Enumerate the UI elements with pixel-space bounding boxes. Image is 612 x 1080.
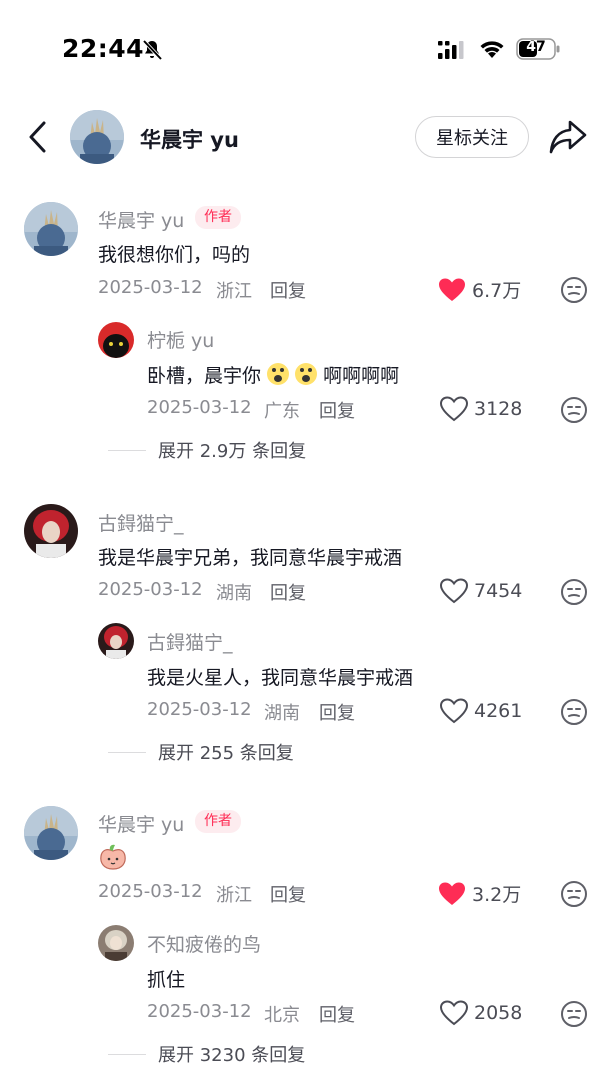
comment-location: 浙江 xyxy=(216,281,252,302)
dislike-face-icon[interactable] xyxy=(560,578,588,606)
author-badge: 作者 xyxy=(195,206,241,229)
comment-date: 2025-03-12 xyxy=(98,881,203,902)
author-badge: 作者 xyxy=(195,810,241,833)
share-icon[interactable] xyxy=(548,118,588,156)
divider xyxy=(108,751,146,753)
reply-location: 北京 xyxy=(264,1005,300,1026)
status-time: 22:44 xyxy=(62,34,145,63)
heart-filled-icon xyxy=(439,882,465,905)
comment-username[interactable]: 华晨宇 yu xyxy=(98,206,184,233)
like-button[interactable]: 7454 xyxy=(440,578,522,604)
comment-text: 我是华晨宇兄弟，我同意华晨宇戒酒 xyxy=(98,547,403,569)
expand-replies-button[interactable]: 展开 2.9万 条回复 xyxy=(108,437,306,463)
like-button[interactable]: 3128 xyxy=(440,396,522,422)
reply-button[interactable]: 回复 xyxy=(319,1001,355,1027)
like-count: 3.2万 xyxy=(472,884,522,906)
divider xyxy=(108,449,146,451)
like-count: 4261 xyxy=(474,700,523,722)
cellular-signal-icon xyxy=(438,41,464,59)
header-avatar[interactable] xyxy=(70,110,124,164)
reply-avatar[interactable] xyxy=(98,322,134,358)
reply-date: 2025-03-12 xyxy=(147,1001,252,1022)
reply-location: 湖南 xyxy=(264,703,300,724)
divider xyxy=(108,1053,146,1055)
avatar[interactable] xyxy=(24,504,78,558)
reply-date: 2025-03-12 xyxy=(147,397,252,418)
heart-outline-icon xyxy=(440,396,468,422)
back-icon[interactable] xyxy=(26,120,52,154)
heart-outline-icon xyxy=(440,578,468,604)
reply-button[interactable]: 回复 xyxy=(270,277,306,303)
comment-date: 2025-03-12 xyxy=(98,277,203,298)
dislike-face-icon[interactable] xyxy=(560,396,588,424)
reply-button[interactable]: 回复 xyxy=(270,881,306,907)
like-count: 2058 xyxy=(474,1002,523,1024)
bell-muted-icon xyxy=(142,39,163,61)
expand-replies-button[interactable]: 展开 3230 条回复 xyxy=(108,1041,305,1067)
like-count: 6.7万 xyxy=(472,280,522,302)
expand-replies-button[interactable]: 展开 255 条回复 xyxy=(108,739,294,765)
dislike-face-icon[interactable] xyxy=(560,276,588,304)
battery-icon: 47 xyxy=(516,38,560,60)
reply-username[interactable]: 柠栀 yu xyxy=(147,326,214,353)
wifi-icon xyxy=(480,41,504,58)
reply-avatar[interactable] xyxy=(98,925,134,961)
like-button[interactable]: 2058 xyxy=(440,1000,522,1026)
comment-username[interactable]: 古鍀猫宁_ xyxy=(98,509,184,536)
like-count: 7454 xyxy=(474,580,523,602)
scream-emoji-icon xyxy=(267,363,290,385)
avatar[interactable] xyxy=(24,806,78,860)
reply-username[interactable]: 古鍀猫宁_ xyxy=(147,628,233,655)
dislike-face-icon[interactable] xyxy=(560,1000,588,1028)
reply-text: 抓住 xyxy=(147,969,186,991)
like-button[interactable]: 4261 xyxy=(440,698,522,724)
heart-filled-icon xyxy=(439,278,465,301)
like-button[interactable]: 3.2万 xyxy=(438,880,521,907)
reply-username[interactable]: 不知疲倦的鸟 xyxy=(147,930,261,957)
comment-location: 浙江 xyxy=(216,885,252,906)
heart-outline-icon xyxy=(440,1000,468,1026)
battery-level: 47 xyxy=(526,39,546,55)
comment-username[interactable]: 华晨宇 yu xyxy=(98,810,184,837)
peach-sticker-icon xyxy=(100,844,126,870)
reply-avatar[interactable] xyxy=(98,623,134,659)
reply-date: 2025-03-12 xyxy=(147,699,252,720)
reply-button[interactable]: 回复 xyxy=(319,397,355,423)
reply-text: 我是火星人，我同意华晨宇戒酒 xyxy=(147,667,414,689)
heart-outline-icon xyxy=(440,698,468,724)
comment-date: 2025-03-12 xyxy=(98,579,203,600)
star-follow-button[interactable]: 星标关注 xyxy=(415,116,529,158)
reply-location: 广东 xyxy=(264,401,300,422)
comment-location: 湖南 xyxy=(216,583,252,604)
header-username[interactable]: 华晨宇 yu xyxy=(140,124,239,154)
reply-button[interactable]: 回复 xyxy=(319,699,355,725)
dislike-face-icon[interactable] xyxy=(560,698,588,726)
dislike-face-icon[interactable] xyxy=(560,880,588,908)
like-count: 3128 xyxy=(474,398,523,420)
scream-emoji-icon xyxy=(295,363,318,385)
comment-text: 我很想你们，吗的 xyxy=(98,244,251,266)
avatar[interactable] xyxy=(24,202,78,256)
like-button[interactable]: 6.7万 xyxy=(438,276,521,303)
reply-text: 卧槽，晨宇你 啊啊啊啊 xyxy=(147,363,400,387)
reply-button[interactable]: 回复 xyxy=(270,579,306,605)
